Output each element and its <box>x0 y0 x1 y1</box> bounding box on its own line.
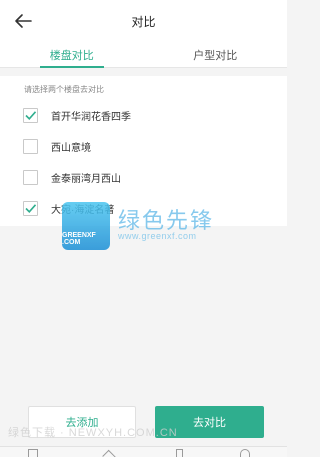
checkbox-checked[interactable] <box>23 108 38 123</box>
list-item[interactable]: 西山意境 <box>0 131 287 162</box>
watermark-bottom-text: 绿色下载 · NEWXYH.COM.CN <box>8 427 178 439</box>
list-item[interactable]: 首开华润花香四季 <box>0 100 287 131</box>
list-item-label: 金泰丽湾月西山 <box>51 174 121 185</box>
tab-building-compare[interactable]: 楼盘对比 <box>0 42 144 68</box>
app-header: 对比 <box>0 0 287 42</box>
checkbox-unchecked[interactable] <box>23 170 38 185</box>
selection-hint: 请选择两个楼盘去对比 <box>24 85 104 94</box>
checkbox-unchecked[interactable] <box>23 139 38 154</box>
watermark-logo: GREENXF .COM <box>62 202 110 250</box>
recent-icon[interactable] <box>240 449 250 457</box>
check-icon <box>25 204 37 213</box>
list-item-label: 首开华润花香四季 <box>51 112 131 123</box>
tab-bar: 楼盘对比 户型对比 <box>0 42 287 68</box>
list-item[interactable]: 金泰丽湾月西山 <box>0 162 287 193</box>
menu-icon[interactable] <box>28 449 38 457</box>
watermark-logo-text: GREENXF .COM <box>62 232 96 246</box>
back-arrow-icon[interactable] <box>14 13 32 29</box>
tab-unit-compare[interactable]: 户型对比 <box>144 42 288 67</box>
check-icon <box>25 111 37 120</box>
list-item-label: 西山意境 <box>51 143 91 154</box>
watermark-url: www.greenxf.com <box>118 231 197 241</box>
back-nav-icon[interactable] <box>102 449 116 457</box>
system-nav-bar <box>0 446 287 457</box>
checkbox-checked[interactable] <box>23 201 38 216</box>
page-title: 对比 <box>131 14 156 29</box>
home-icon[interactable] <box>176 449 183 457</box>
